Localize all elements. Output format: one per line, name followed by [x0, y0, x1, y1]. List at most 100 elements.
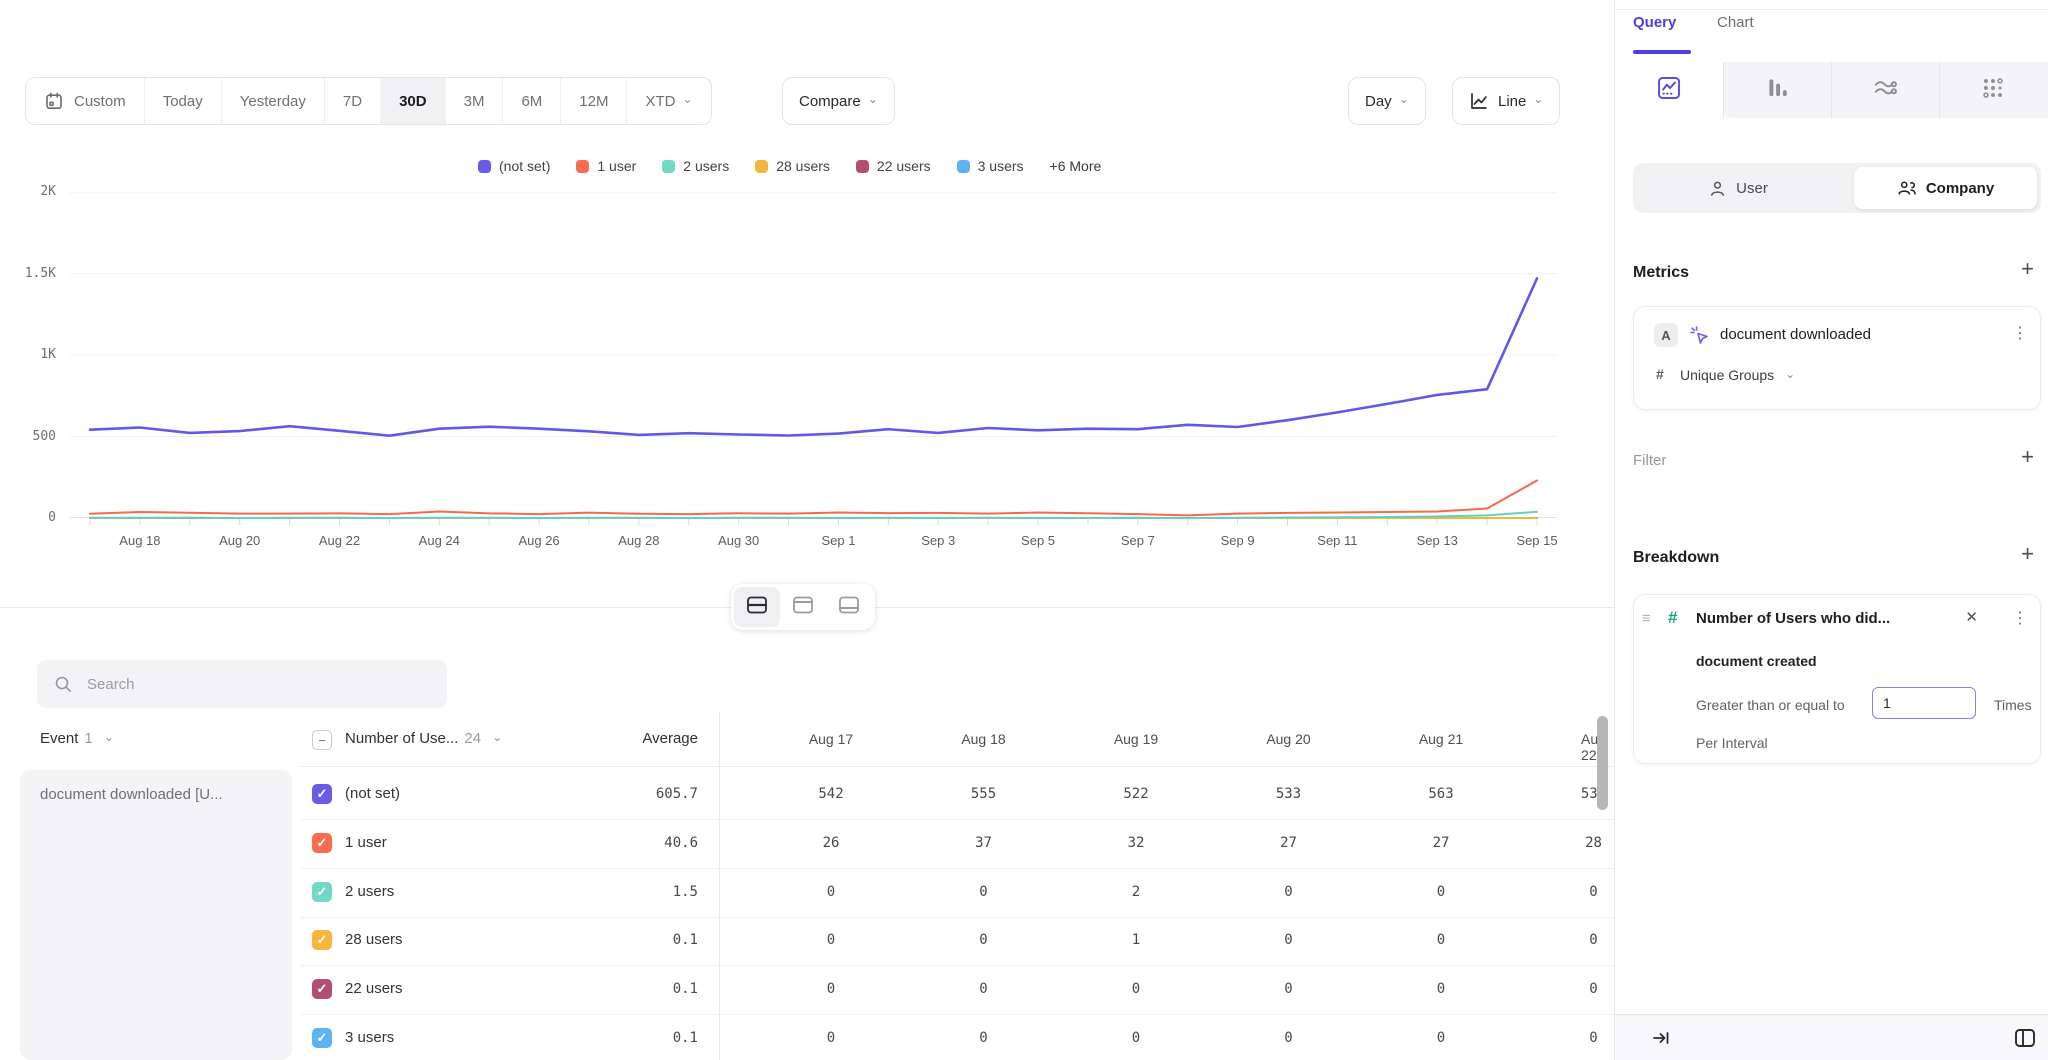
x-tick-label: Sep 3: [921, 533, 955, 548]
layout-table-only-button[interactable]: [826, 587, 872, 627]
legend-item[interactable]: 3 users: [957, 158, 1024, 174]
event-column-header[interactable]: Event1 ⌄: [40, 730, 114, 747]
kebab-menu-icon[interactable]: ⋮: [2012, 608, 2028, 628]
row-value: 0: [1361, 932, 1521, 948]
line-chart[interactable]: [70, 192, 1557, 526]
row-average: 40.6: [540, 835, 698, 851]
chart-type-bar[interactable]: [1723, 62, 1831, 118]
search-box: [37, 660, 447, 708]
range-3m[interactable]: 3M: [446, 78, 504, 124]
legend-swatch: [478, 160, 491, 173]
drag-handle-icon[interactable]: ≡: [1642, 610, 1651, 627]
table-row[interactable]: ✓1 user40.6263732272728: [300, 819, 1614, 869]
open-right-panel-icon[interactable]: [2013, 1026, 2037, 1055]
legend-item[interactable]: 22 users: [856, 158, 931, 174]
legend-swatch: [662, 160, 675, 173]
row-value: 0: [1514, 1030, 1615, 1046]
row-label: 3 users: [345, 1029, 394, 1046]
tab-chart[interactable]: Chart: [1717, 14, 1754, 31]
query-sidebar: Query Chart: [1614, 0, 2048, 1060]
active-tab-indicator: [1633, 50, 1691, 54]
row-checkbox[interactable]: ✓: [312, 979, 332, 999]
x-tick-label: Aug 24: [419, 533, 460, 548]
scope-user-option[interactable]: User: [1633, 163, 1843, 213]
x-tick-label: Sep 13: [1417, 533, 1458, 548]
chevron-down-icon: ⌄: [1399, 92, 1409, 106]
range-12m[interactable]: 12M: [561, 78, 627, 124]
range-xtd[interactable]: XTD⌄: [627, 78, 710, 124]
table-row[interactable]: ✓28 users0.1001000: [300, 916, 1614, 966]
tab-query[interactable]: Query: [1633, 14, 1676, 31]
event-spark-icon: [1688, 324, 1710, 346]
select-all-checkbox[interactable]: −: [312, 730, 332, 750]
row-average: 1.5: [540, 884, 698, 900]
times-value-input[interactable]: [1872, 687, 1976, 719]
date-range-group: CustomTodayYesterday7D30D3M6M12MXTD⌄: [25, 77, 712, 125]
y-tick-label: 1.5K: [0, 265, 56, 283]
per-interval-label: Per Interval: [1696, 735, 1768, 751]
metric-title: document downloaded: [1720, 326, 1871, 343]
event-name-cell[interactable]: document downloaded [U...: [20, 770, 292, 1060]
y-tick-label: 1K: [0, 346, 56, 364]
scatter-chart-icon: [1980, 75, 2006, 106]
metric-card[interactable]: A document downloaded ⋮ # Unique Groups …: [1633, 306, 2041, 410]
scope-company-option[interactable]: Company: [1854, 167, 2037, 209]
times-label: Times: [1994, 697, 2032, 713]
table-row[interactable]: ✓3 users0.1000000: [300, 1014, 1614, 1060]
row-label: 22 users: [345, 980, 403, 997]
sidebar-top-divider: [1615, 9, 2048, 10]
interval-dropdown[interactable]: Day ⌄: [1348, 77, 1426, 125]
range-today[interactable]: Today: [145, 78, 222, 124]
metric-badge: A: [1654, 323, 1678, 347]
search-input[interactable]: [85, 675, 419, 694]
table-row[interactable]: ✓22 users0.1000000: [300, 965, 1614, 1015]
legend-item[interactable]: 1 user: [576, 158, 636, 174]
layout-chart-only-button[interactable]: [780, 587, 826, 627]
row-value: 27: [1361, 835, 1521, 851]
range-6m[interactable]: 6M: [503, 78, 561, 124]
add-filter-button[interactable]: +: [2021, 446, 2034, 468]
chevron-down-icon: ⌄: [1533, 92, 1543, 106]
group-column-header[interactable]: Number of Use...24 ⌄: [345, 730, 502, 747]
breakdown-event: document created: [1696, 653, 1817, 669]
row-value: 563: [1361, 786, 1521, 802]
kebab-menu-icon[interactable]: ⋮: [2012, 323, 2028, 343]
row-checkbox[interactable]: ✓: [312, 1028, 332, 1048]
legend-item[interactable]: 2 users: [662, 158, 729, 174]
row-value: 0: [1514, 932, 1615, 948]
collapse-panel-icon[interactable]: [1651, 1028, 1671, 1053]
add-metric-button[interactable]: +: [2021, 258, 2034, 280]
row-checkbox[interactable]: ✓: [312, 882, 332, 902]
compare-button[interactable]: Compare ⌄: [782, 77, 895, 125]
table-row[interactable]: ✓2 users1.5002000: [300, 868, 1614, 918]
legend-item[interactable]: 28 users: [755, 158, 830, 174]
range-custom[interactable]: Custom: [26, 78, 145, 124]
chart-type-line[interactable]: [1615, 62, 1723, 118]
layout-split-view-button[interactable]: [734, 587, 780, 627]
range-7d[interactable]: 7D: [325, 78, 381, 124]
measure-dropdown[interactable]: Unique Groups ⌄: [1680, 367, 1795, 383]
legend-more[interactable]: +6 More: [1050, 158, 1102, 174]
main-content: CustomTodayYesterday7D30D3M6M12MXTD⌄ Com…: [0, 0, 1614, 1060]
breakdown-card[interactable]: ≡ # Number of Users who did... ✕ ⋮ docum…: [1633, 594, 2041, 764]
hash-icon: #: [1656, 366, 1664, 382]
chart-type-scatter[interactable]: [1939, 62, 2047, 118]
row-checkbox[interactable]: ✓: [312, 784, 332, 804]
row-checkbox[interactable]: ✓: [312, 930, 332, 950]
date-column-header: Aug 21: [1419, 731, 1463, 747]
chart-type-dropdown[interactable]: Line ⌄: [1452, 77, 1560, 125]
range-30d[interactable]: 30D: [381, 78, 446, 124]
number-property-icon: #: [1668, 608, 1677, 628]
row-value: 0: [904, 1030, 1064, 1046]
strip-separator: [1939, 62, 1940, 118]
chart-type-flow[interactable]: [1831, 62, 1939, 118]
table-row[interactable]: ✓(not set)605.7542555522533563535: [300, 770, 1614, 820]
add-breakdown-button[interactable]: +: [2021, 543, 2034, 565]
legend-item[interactable]: (not set): [478, 158, 550, 174]
x-tick-label: Aug 26: [518, 533, 559, 548]
vertical-scrollbar[interactable]: [1597, 716, 1608, 810]
range-yesterday[interactable]: Yesterday: [222, 78, 325, 124]
row-checkbox[interactable]: ✓: [312, 833, 332, 853]
chevron-down-icon: ⌄: [104, 730, 114, 744]
close-icon[interactable]: ✕: [1965, 608, 1978, 626]
